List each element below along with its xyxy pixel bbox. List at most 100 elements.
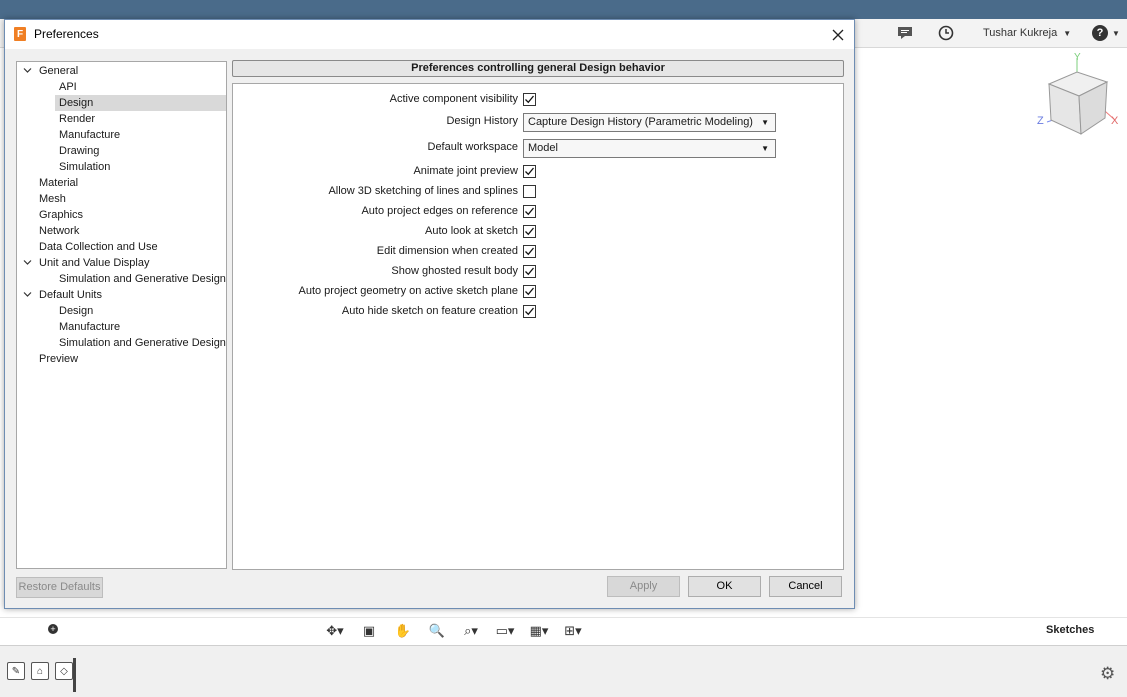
fit-icon[interactable]: ⌕▾ bbox=[458, 621, 484, 641]
tree-item[interactable]: Mesh bbox=[17, 191, 226, 207]
grid-icon[interactable]: ▦▾ bbox=[526, 621, 552, 641]
dialog-title-bar: F Preferences bbox=[5, 20, 854, 49]
tree-item[interactable]: Simulation bbox=[17, 159, 226, 175]
cancel-button[interactable]: Cancel bbox=[769, 576, 842, 597]
tree-item[interactable]: API bbox=[17, 79, 226, 95]
preference-checkbox[interactable] bbox=[523, 305, 536, 318]
tree-item-label: General bbox=[39, 65, 79, 77]
preference-checkbox[interactable] bbox=[523, 165, 536, 178]
preference-row: Auto hide sketch on feature creation bbox=[233, 303, 843, 321]
viewports-icon[interactable]: ⊞▾ bbox=[560, 621, 586, 641]
checkmark-icon bbox=[525, 227, 535, 236]
preferences-tree: General API Design Render Manufacture Drawing… bbox=[16, 61, 227, 569]
tree-item[interactable]: General bbox=[17, 63, 226, 79]
preference-select[interactable]: Model ▼ bbox=[523, 139, 776, 158]
preference-checkbox[interactable] bbox=[523, 93, 536, 106]
chevron-down-icon[interactable] bbox=[23, 287, 33, 304]
pan-icon[interactable]: ✋ bbox=[390, 621, 416, 641]
tree-item[interactable]: Preview bbox=[17, 351, 226, 367]
preference-label: Auto look at sketch bbox=[425, 225, 518, 237]
tree-item-label: Design bbox=[59, 97, 94, 109]
viewcube-axis-x: X bbox=[1111, 115, 1119, 127]
tree-item-label: Simulation bbox=[59, 161, 111, 173]
chevron-down-icon: ▼ bbox=[1112, 28, 1120, 38]
tree-item[interactable]: Simulation and Generative Design bbox=[17, 335, 226, 351]
tree-item[interactable]: Network bbox=[17, 223, 226, 239]
preference-checkbox[interactable] bbox=[523, 225, 536, 238]
preference-row: Allow 3D sketching of lines and splines bbox=[233, 183, 843, 201]
sketch-feature-icon[interactable]: ✎ bbox=[7, 662, 25, 680]
preference-label: Auto project edges on reference bbox=[361, 205, 518, 217]
tree-item-label: Mesh bbox=[39, 193, 66, 205]
select-value: Model bbox=[528, 142, 558, 154]
tree-item-label: Simulation and Generative Design bbox=[59, 273, 226, 285]
tree-item-label: Manufacture bbox=[59, 321, 121, 333]
preference-label: Auto hide sketch on feature creation bbox=[341, 305, 518, 317]
tree-item[interactable]: Render bbox=[17, 111, 226, 127]
close-icon[interactable] bbox=[827, 24, 849, 46]
viewcube[interactable]: Y Z X bbox=[1035, 52, 1125, 142]
tree-item[interactable]: Data Collection and Use bbox=[17, 239, 226, 255]
tree-item[interactable]: Graphics bbox=[17, 207, 226, 223]
chevron-down-icon: ▼ bbox=[1063, 28, 1072, 38]
checkmark-icon bbox=[525, 167, 535, 176]
tree-item-label: Data Collection and Use bbox=[39, 241, 158, 253]
tree-item[interactable]: Unit and Value Display bbox=[17, 255, 226, 271]
panel-header: Preferences controlling general Design b… bbox=[232, 60, 844, 77]
help-icon: ? bbox=[1092, 25, 1108, 41]
preference-label: Allow 3D sketching of lines and splines bbox=[328, 185, 518, 197]
extrude-feature-icon[interactable]: ⌂ bbox=[31, 662, 49, 680]
preference-checkbox[interactable] bbox=[523, 285, 536, 298]
tree-item[interactable]: Default Units bbox=[17, 287, 226, 303]
user-account-menu[interactable]: Tushar Kukreja ▼ bbox=[983, 24, 1071, 42]
comments-icon[interactable] bbox=[897, 24, 913, 42]
tree-item-label: Design bbox=[59, 305, 94, 317]
checkmark-icon bbox=[525, 287, 535, 296]
tree-item[interactable]: Manufacture bbox=[17, 319, 226, 335]
preference-row: Default workspace Model ▼ bbox=[233, 139, 843, 158]
checkmark-icon bbox=[525, 95, 535, 104]
preference-row: Active component visibility bbox=[233, 91, 843, 109]
preference-label: Design History bbox=[446, 115, 518, 127]
preference-checkbox[interactable] bbox=[523, 265, 536, 278]
timeline-marker[interactable] bbox=[73, 658, 76, 692]
tree-item[interactable]: Material bbox=[17, 175, 226, 191]
tree-item[interactable]: Design bbox=[17, 95, 226, 111]
display-settings-icon[interactable]: ▭▾ bbox=[492, 621, 518, 641]
gear-icon[interactable]: ⚙ bbox=[1100, 664, 1115, 684]
job-status-clock-icon[interactable] bbox=[938, 24, 954, 42]
checkmark-icon bbox=[525, 247, 535, 256]
dropdown-arrow-icon: ▼ bbox=[761, 144, 769, 153]
preference-checkbox[interactable] bbox=[523, 185, 536, 198]
preference-label: Edit dimension when created bbox=[376, 245, 518, 257]
preference-row: Edit dimension when created bbox=[233, 243, 843, 261]
viewcube-axis-y: Y bbox=[1074, 52, 1081, 63]
tree-item-label: Graphics bbox=[39, 209, 84, 221]
restore-defaults-button[interactable]: Restore Defaults bbox=[16, 577, 103, 598]
tree-item[interactable]: Drawing bbox=[17, 143, 226, 159]
select-value: Capture Design History (Parametric Model… bbox=[528, 116, 753, 128]
chevron-down-icon[interactable] bbox=[23, 255, 33, 272]
preference-checkbox[interactable] bbox=[523, 245, 536, 258]
navigation-bar: + ✥▾ ▣ ✋ 🔍 ⌕▾ ▭▾ ▦▾ ⊞▾ Sketches bbox=[0, 617, 1127, 643]
tree-item[interactable]: Manufacture bbox=[17, 127, 226, 143]
apply-button[interactable]: Apply bbox=[607, 576, 680, 597]
add-icon[interactable]: + bbox=[48, 624, 58, 634]
body-feature-icon[interactable]: ◇ bbox=[55, 662, 73, 680]
preference-row: Auto look at sketch bbox=[233, 223, 843, 241]
orbit-icon[interactable]: ✥▾ bbox=[322, 621, 348, 641]
look-at-icon[interactable]: ▣ bbox=[356, 621, 382, 641]
preferences-dialog: F Preferences General API Design Render Manu… bbox=[4, 19, 855, 609]
ok-button[interactable]: OK bbox=[688, 576, 761, 597]
help-menu[interactable]: ? ▼ bbox=[1092, 24, 1120, 42]
preference-row: Auto project edges on reference bbox=[233, 203, 843, 221]
chevron-down-icon[interactable] bbox=[23, 63, 33, 80]
tree-item[interactable]: Simulation and Generative Design bbox=[17, 271, 226, 287]
preference-select[interactable]: Capture Design History (Parametric Model… bbox=[523, 113, 776, 132]
zoom-icon[interactable]: 🔍 bbox=[424, 621, 450, 641]
tree-item[interactable]: Design bbox=[17, 303, 226, 319]
sketches-label: Sketches bbox=[1046, 624, 1095, 636]
preference-row: Design History Capture Design History (Pa… bbox=[233, 113, 843, 132]
tree-item-label: API bbox=[59, 81, 77, 93]
preference-checkbox[interactable] bbox=[523, 205, 536, 218]
